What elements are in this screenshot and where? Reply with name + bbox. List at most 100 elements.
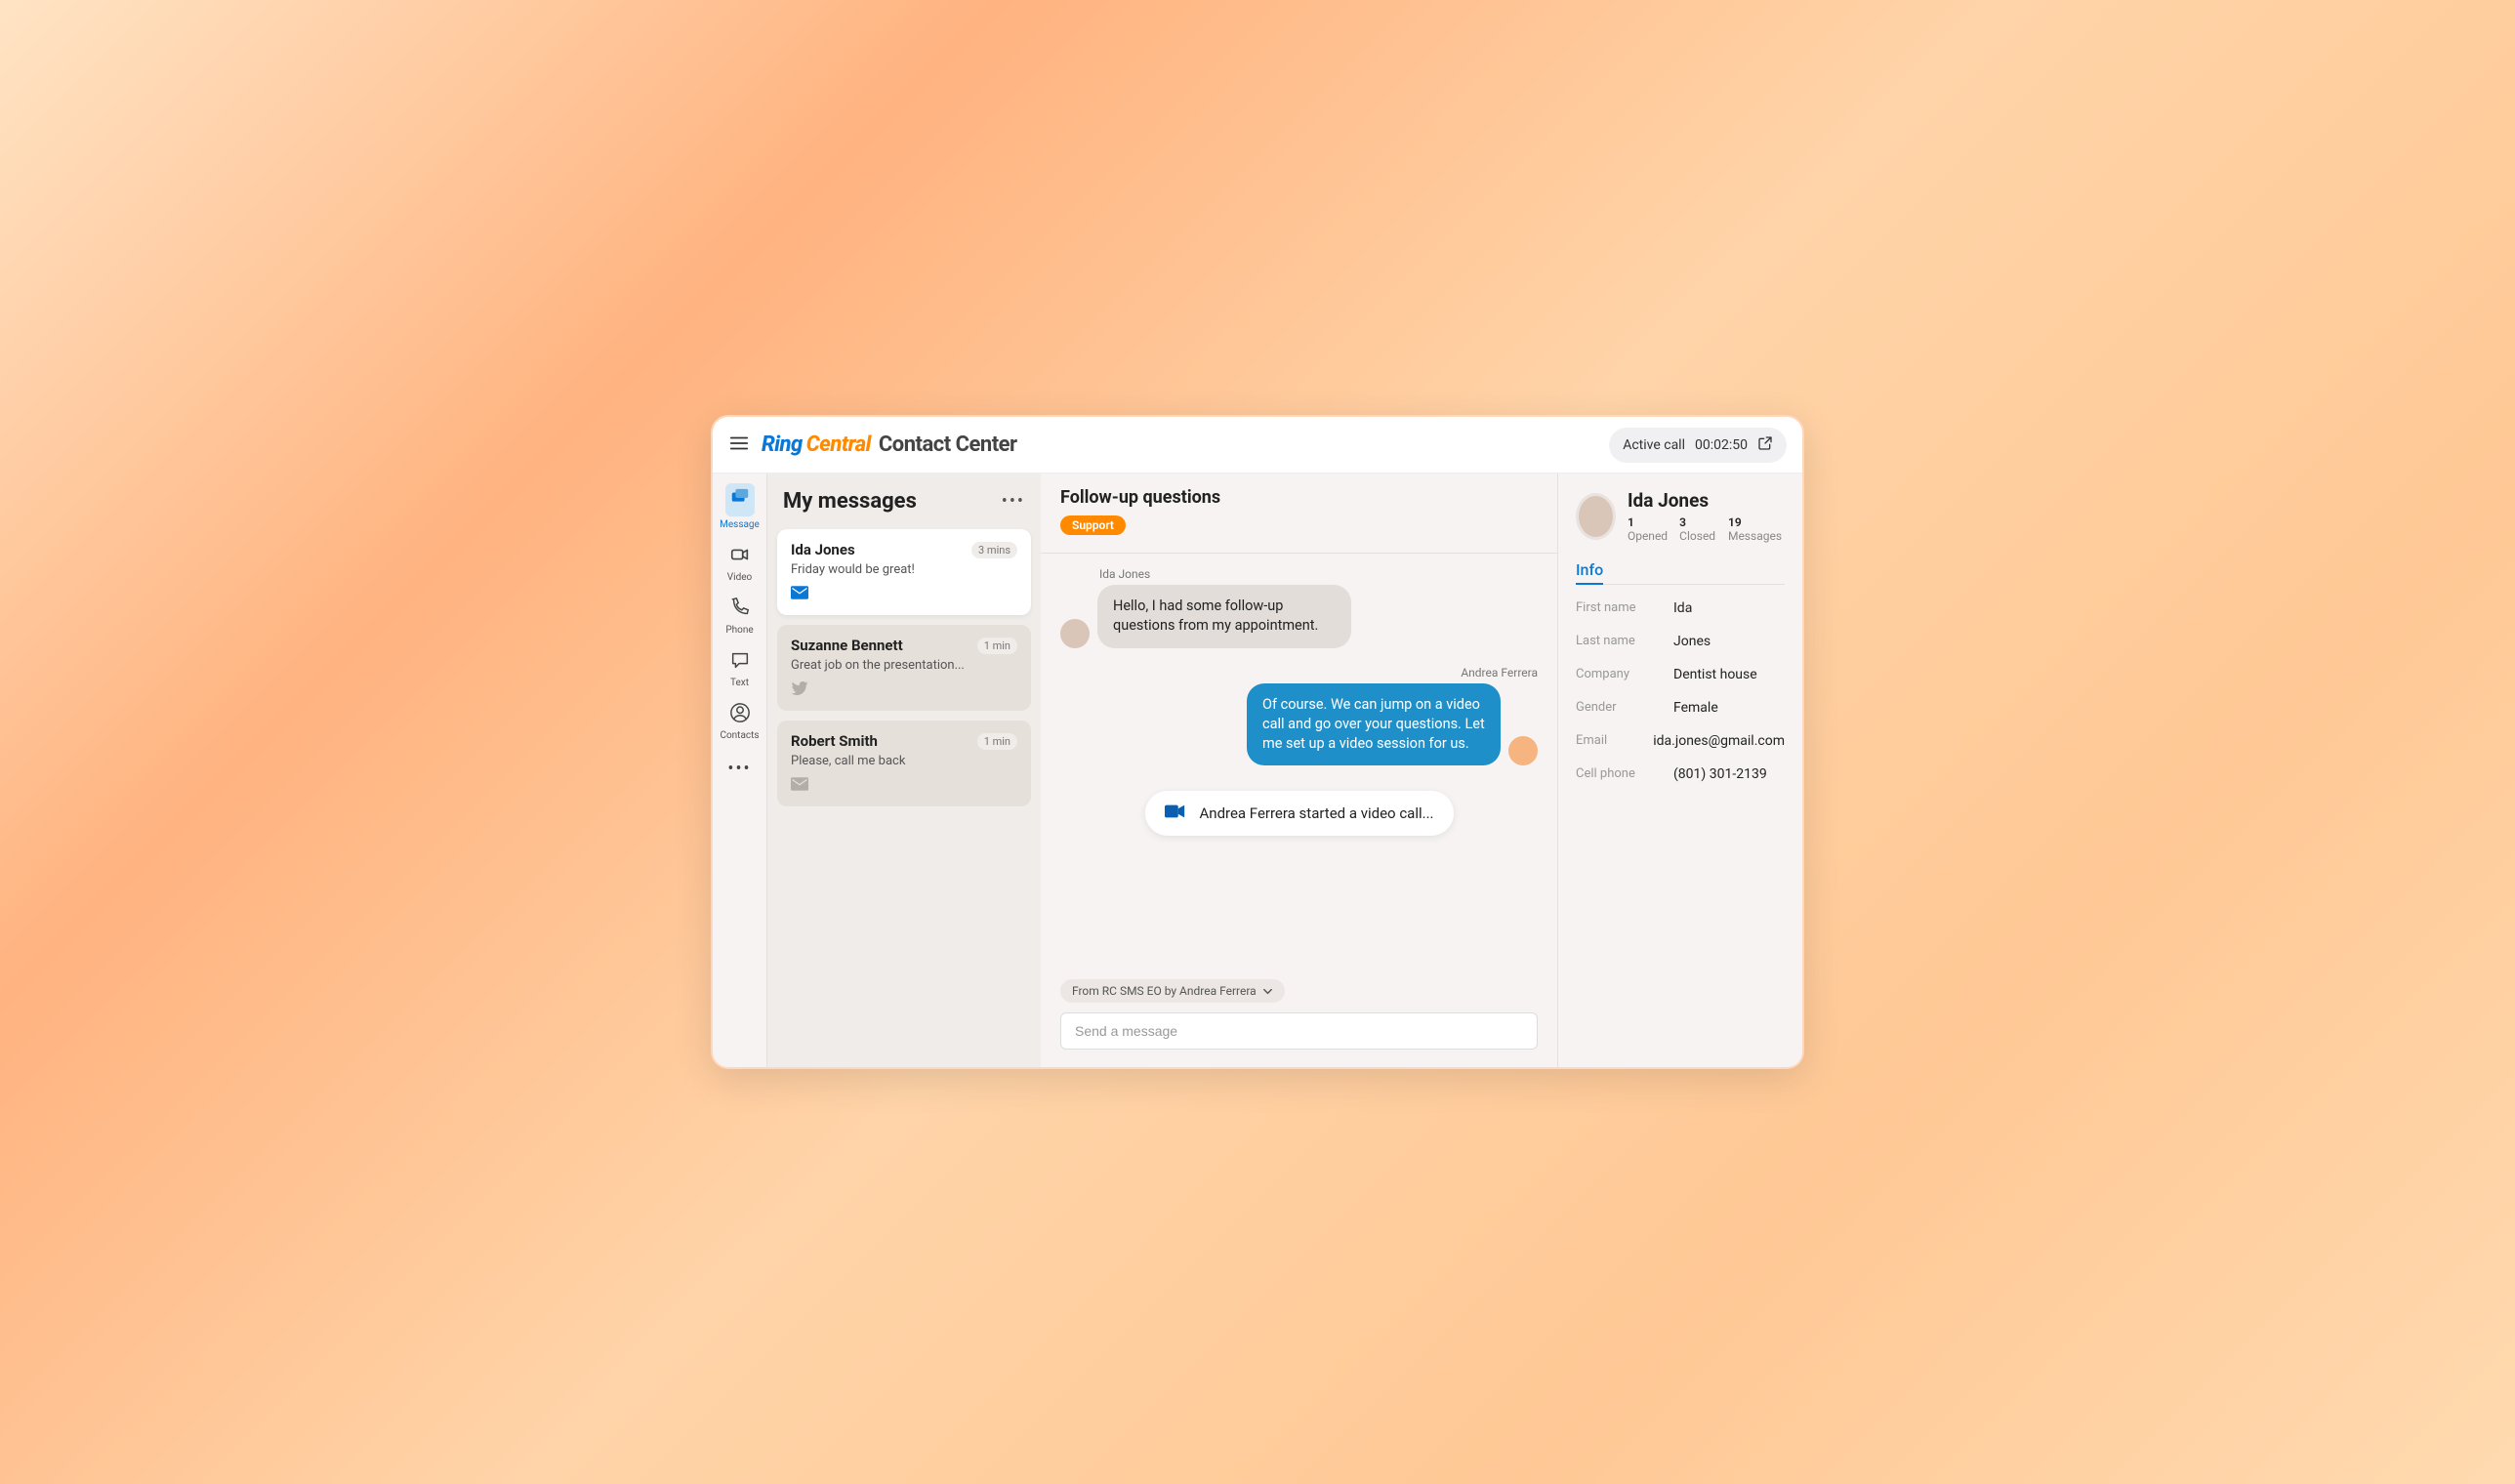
info-value: Ida [1673, 600, 1692, 616]
nav-rail: Message Video Phone Text [713, 474, 767, 1067]
info-value: Dentist house [1673, 667, 1757, 682]
topbar: RingCentral Contact Center Active call 0… [713, 417, 1802, 474]
avatar [1576, 493, 1616, 540]
info-value: Jones [1673, 634, 1711, 649]
message-preview: Great job on the presentation... [791, 658, 1017, 673]
message-sender: Suzanne Bennett [791, 637, 903, 654]
info-value: (801) 301-2139 [1673, 766, 1767, 782]
mail-icon [791, 776, 1017, 795]
nav-item-message[interactable]: Message [721, 483, 760, 530]
info-row: Email ida.jones@gmail.com [1576, 733, 1785, 749]
sender-label-incoming: Ida Jones [1099, 567, 1538, 581]
info-label: Last name [1576, 634, 1673, 649]
hamburger-icon [728, 433, 750, 454]
message-sender: Robert Smith [791, 732, 878, 750]
phone-icon [729, 597, 751, 622]
avatar [1508, 736, 1538, 765]
message-time: 1 min [977, 638, 1017, 654]
info-column: Ida Jones 1 Opened 3 Closed 19 Messages … [1558, 474, 1802, 1067]
active-call-duration: 00:02:50 [1695, 437, 1748, 453]
channel-selector-label: From RC SMS EO by Andrea Ferrera [1072, 984, 1257, 998]
popout-icon[interactable] [1757, 435, 1773, 455]
nav-item-contacts[interactable]: Contacts [721, 702, 760, 741]
message-bubble-incoming: Hello, I had some follow-up questions fr… [1097, 585, 1351, 648]
info-fields: First name Ida Last name Jones Company D… [1576, 600, 1785, 782]
video-icon [729, 544, 751, 569]
brand-central: Central [806, 433, 871, 457]
nav-label-phone: Phone [725, 625, 753, 636]
nav-item-phone[interactable]: Phone [721, 597, 760, 636]
sender-label-outgoing: Andrea Ferrera [1060, 666, 1538, 680]
message-card[interactable]: Robert Smith 1 min Please, call me back [777, 721, 1031, 806]
nav-item-text[interactable]: Text [721, 649, 760, 688]
message-time: 1 min [977, 733, 1017, 750]
video-event-text: Andrea Ferrera started a video call... [1200, 804, 1434, 822]
info-label: Company [1576, 667, 1673, 682]
conversation-body: Ida Jones Hello, I had some follow-up qu… [1041, 554, 1557, 971]
message-preview: Please, call me back [791, 754, 1017, 768]
stat-num: 3 [1679, 515, 1686, 529]
nav-label-message: Message [720, 519, 760, 530]
info-label: First name [1576, 600, 1673, 616]
avatar [1060, 619, 1090, 648]
tab-info[interactable]: Info [1576, 560, 1603, 585]
info-value: Female [1673, 700, 1718, 716]
message-icon [725, 483, 755, 516]
stat-label: Opened [1628, 529, 1668, 543]
active-call-pill[interactable]: Active call 00:02:50 [1609, 428, 1787, 463]
nav-item-video[interactable]: Video [721, 544, 760, 583]
contact-stats: 1 Opened 3 Closed 19 Messages [1628, 515, 1785, 543]
messages-title: My messages [783, 489, 917, 514]
mail-icon [791, 585, 1017, 603]
stat-num: 1 [1628, 515, 1634, 529]
active-call-prefix: Active call [1623, 437, 1685, 453]
nav-label-contacts: Contacts [720, 730, 759, 741]
product-name: Contact Center [879, 433, 1017, 457]
info-label: Gender [1576, 700, 1673, 716]
contacts-icon [729, 702, 751, 727]
info-row: Last name Jones [1576, 634, 1785, 649]
message-sender: Ida Jones [791, 541, 855, 558]
message-row-incoming: Hello, I had some follow-up questions fr… [1060, 585, 1538, 648]
nav-label-video: Video [727, 572, 752, 583]
brand-ring: Ring [762, 433, 803, 457]
text-icon [729, 649, 751, 675]
message-time: 3 mins [971, 542, 1017, 558]
conversation-title: Follow-up questions [1060, 487, 1538, 508]
info-value: ida.jones@gmail.com [1653, 733, 1785, 749]
brand-logo: RingCentral Contact Center [762, 433, 1017, 457]
info-header: Ida Jones 1 Opened 3 Closed 19 Messages [1576, 489, 1785, 543]
compose-input[interactable] [1060, 1012, 1538, 1050]
conversation-footer: From RC SMS EO by Andrea Ferrera [1041, 971, 1557, 1067]
hamburger-menu-button[interactable] [728, 433, 750, 458]
message-card[interactable]: Ida Jones 3 mins Friday would be great! [777, 529, 1031, 615]
twitter-icon [791, 680, 1017, 699]
channel-selector[interactable]: From RC SMS EO by Andrea Ferrera [1060, 979, 1285, 1003]
main-layout: Message Video Phone Text [713, 474, 1802, 1067]
info-row: First name Ida [1576, 600, 1785, 616]
message-card[interactable]: Suzanne Bennett 1 min Great job on the p… [777, 625, 1031, 711]
stat-label: Messages [1728, 529, 1782, 543]
nav-more-button[interactable]: ••• [727, 759, 751, 779]
contact-name: Ida Jones [1628, 489, 1785, 512]
conversation-column: Follow-up questions Support Ida Jones He… [1041, 474, 1558, 1067]
messages-more-button[interactable]: ••• [1002, 491, 1025, 512]
video-event-pill[interactable]: Andrea Ferrera started a video call... [1145, 791, 1454, 836]
stat-label: Closed [1679, 529, 1715, 543]
app-window: RingCentral Contact Center Active call 0… [711, 415, 1804, 1069]
message-preview: Friday would be great! [791, 562, 1017, 577]
messages-header: My messages ••• [777, 485, 1031, 519]
tag-badge: Support [1060, 515, 1126, 535]
info-label: Email [1576, 733, 1653, 749]
nav-label-text: Text [730, 678, 749, 688]
info-row: Cell phone (801) 301-2139 [1576, 766, 1785, 782]
info-row: Company Dentist house [1576, 667, 1785, 682]
video-camera-icon [1165, 803, 1186, 824]
message-bubble-outgoing: Of course. We can jump on a video call a… [1247, 683, 1501, 766]
chevron-down-icon [1262, 986, 1273, 997]
messages-column: My messages ••• Ida Jones 3 mins Friday … [767, 474, 1041, 1067]
conversation-header: Follow-up questions Support [1041, 474, 1557, 545]
stat-num: 19 [1728, 515, 1742, 529]
message-row-outgoing: Of course. We can jump on a video call a… [1060, 683, 1538, 766]
info-row: Gender Female [1576, 700, 1785, 716]
